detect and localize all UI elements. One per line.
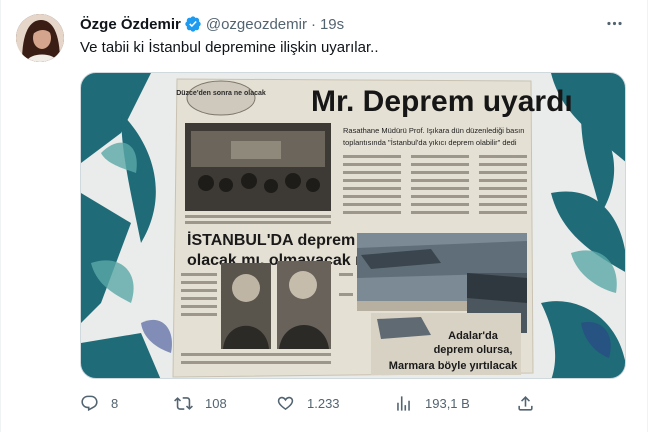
reply-button[interactable]: 8: [80, 391, 118, 415]
reply-count: 8: [111, 395, 119, 411]
views-icon: [397, 395, 410, 411]
tweet-header: Özge Özdemir @ozgeozdemir · 19s: [80, 13, 344, 35]
avatar-photo: [16, 14, 64, 62]
display-name[interactable]: Özge Özdemir: [80, 16, 181, 33]
verified-badge-icon: [184, 15, 202, 33]
reply-icon: [81, 395, 98, 411]
like-count: 1.233: [307, 395, 340, 411]
badge-text: Düzce'den sonra ne olacak: [176, 90, 266, 97]
lead-line-1: Rasathane Müdürü Prof. Işıkara dün düzen…: [343, 126, 524, 135]
tweet-media-image[interactable]: Düzce'den sonra ne olacak Mr. Deprem uya…: [80, 72, 626, 379]
newspaper-headline: Mr. Deprem uyardı: [311, 85, 573, 118]
like-button[interactable]: 1.233: [276, 391, 340, 415]
separator-dot: ·: [310, 15, 316, 33]
timeline-right-border: [647, 0, 648, 432]
tweet-actions: 8 108 1.233 193,1 B: [80, 391, 550, 415]
share-button[interactable]: [516, 391, 535, 415]
timeline-left-border: [0, 0, 1, 432]
subhead-line-1: İSTANBUL'DA deprem: [187, 231, 355, 249]
views-button[interactable]: 193,1 B: [394, 391, 470, 415]
retweet-icon: [174, 396, 193, 410]
avatar[interactable]: [16, 14, 64, 62]
sidebar-line-1: Adalar'da: [448, 330, 499, 342]
sidebar-line-2: deprem olursa,: [434, 344, 513, 356]
more-button[interactable]: [600, 12, 628, 34]
lead-line-2: toplantısında "İstanbul'da yıkıcı deprem…: [343, 138, 517, 147]
sidebar-line-3: Marmara böyle yırtılacak: [389, 360, 518, 372]
timestamp[interactable]: 19s: [320, 16, 344, 33]
user-handle[interactable]: @ozgeozdemir: [206, 16, 307, 33]
share-icon: [518, 395, 533, 411]
retweet-button[interactable]: 108: [174, 391, 227, 415]
views-count: 193,1 B: [425, 395, 470, 411]
retweet-count: 108: [205, 395, 227, 411]
like-icon: [277, 396, 294, 410]
more-icon: [606, 21, 622, 25]
tweet-text: Ve tabii ki İstanbul depremine ilişkin u…: [80, 39, 379, 56]
